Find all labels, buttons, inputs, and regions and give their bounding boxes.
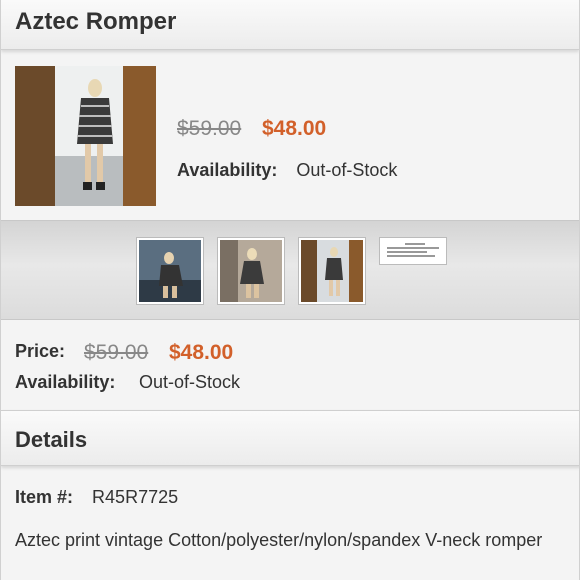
old-price: $59.00 xyxy=(177,117,242,140)
photo-icon xyxy=(139,240,201,302)
availability-value: Out-of-Stock xyxy=(139,372,241,392)
sale-price: $48.00 xyxy=(262,117,327,140)
title-bar: Aztec Romper xyxy=(1,0,579,50)
details-heading: Details xyxy=(15,427,88,452)
product-page: Aztec Romper $59.00 $48.00 Availability: xyxy=(0,0,580,580)
thumbnail-4[interactable] xyxy=(379,237,447,265)
availability-value: Out-of-Stock xyxy=(296,160,398,180)
thumbnail-2[interactable] xyxy=(217,237,285,305)
availability-label: Availability: xyxy=(177,160,278,180)
thumbnail-strip xyxy=(1,220,579,320)
item-number-label: Item #: xyxy=(15,487,74,507)
details-header: Details xyxy=(1,410,579,466)
availability-summary: Availability: Out-of-Stock xyxy=(177,160,397,181)
product-description: Aztec print vintage Cotton/polyester/nyl… xyxy=(15,530,543,550)
photo-icon xyxy=(301,240,363,302)
product-summary: $59.00 $48.00 Availability: Out-of-Stock xyxy=(1,50,579,220)
item-number: Item #: R45R7725 xyxy=(15,487,178,508)
old-price: $59.00 xyxy=(84,341,149,364)
price-label: Price: xyxy=(15,341,66,361)
sale-price: $48.00 xyxy=(169,341,234,364)
item-number-value: R45R7725 xyxy=(92,487,179,507)
availability-label: Availability: xyxy=(15,372,116,392)
document-icon xyxy=(383,243,443,257)
price-section: Price: $59.00 $48.00 Availability: Out-o… xyxy=(1,320,579,412)
thumbnail-1[interactable] xyxy=(136,237,204,305)
photo-icon xyxy=(220,240,282,302)
main-product-photo[interactable] xyxy=(15,66,156,206)
thumbnail-3[interactable] xyxy=(298,237,366,305)
product-title: Aztec Romper xyxy=(15,8,177,35)
